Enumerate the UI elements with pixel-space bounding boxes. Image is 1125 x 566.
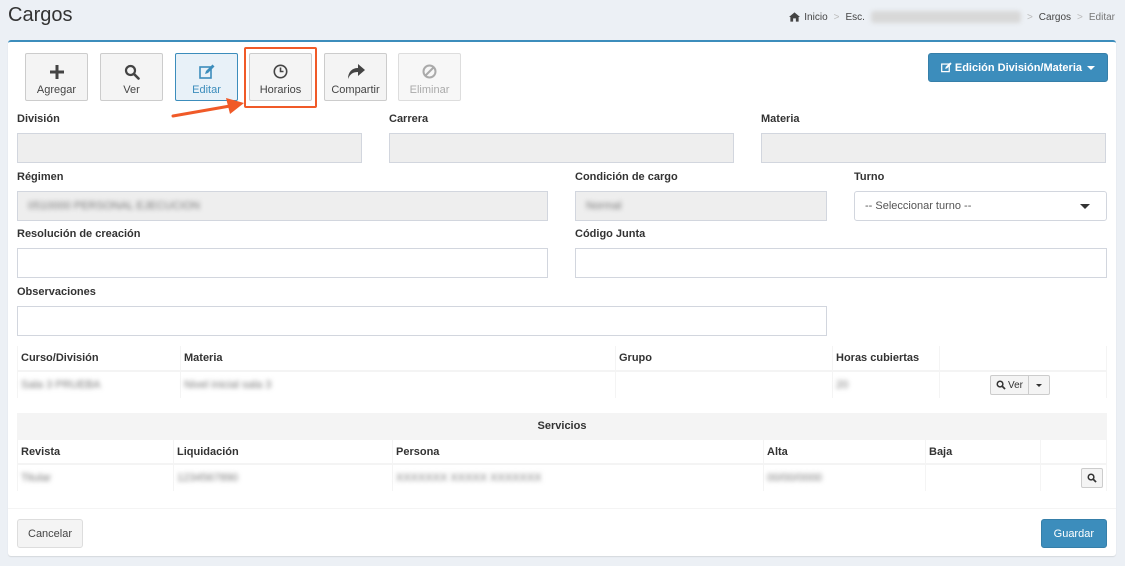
breadcrumb-separator: > bbox=[1026, 11, 1033, 23]
table-cell: Ver bbox=[939, 370, 1107, 398]
codigo-junta-field[interactable] bbox=[575, 248, 1107, 278]
column-header bbox=[1040, 439, 1107, 465]
breadcrumb-section[interactable]: Cargos bbox=[1039, 12, 1071, 23]
view-button[interactable]: Ver bbox=[100, 53, 163, 101]
table-cell bbox=[1040, 463, 1107, 491]
search-icon bbox=[1087, 473, 1097, 483]
page-title: Cargos bbox=[8, 4, 73, 26]
main-box: Agregar Ver Editar Horarios Compartir El… bbox=[8, 40, 1116, 556]
column-header: Curso/División bbox=[17, 346, 181, 372]
table-cell: XXXXXXX XXXXX XXXXXXX bbox=[392, 463, 764, 491]
column-header: Liquidación bbox=[173, 439, 393, 465]
ban-icon bbox=[422, 64, 437, 79]
column-header: Persona bbox=[392, 439, 764, 465]
table-cell: Sala 3 PRUEBA bbox=[17, 370, 181, 398]
column-header: Horas cubiertas bbox=[832, 346, 940, 372]
table-cell: 20 bbox=[832, 370, 940, 398]
add-button[interactable]: Agregar bbox=[25, 53, 88, 101]
condicion-field[interactable]: Normal bbox=[575, 191, 827, 221]
home-icon bbox=[789, 12, 801, 22]
save-button[interactable]: Guardar bbox=[1040, 519, 1107, 548]
courses-table: Curso/División Materia Grupo Horas cubie… bbox=[17, 346, 1107, 398]
breadcrumb-current: Editar bbox=[1088, 11, 1115, 23]
regimen-label: Régimen bbox=[17, 171, 64, 183]
caret-down-icon bbox=[1036, 383, 1043, 387]
table-header-row: Curso/División Materia Grupo Horas cubie… bbox=[17, 346, 1107, 372]
carrera-field[interactable] bbox=[389, 133, 734, 163]
table-cell bbox=[615, 370, 833, 398]
services-table: Servicios Revista Liquidación Persona Al… bbox=[17, 413, 1107, 491]
division-label: División bbox=[17, 113, 60, 125]
regimen-field[interactable]: 0510000 PERSONAL EJECUCION bbox=[17, 191, 548, 221]
table-row: Sala 3 PRUEBA Nivel inicial sala 3 20 Ve… bbox=[17, 370, 1107, 398]
table-row: Titular 1234567890 XXXXXXX XXXXX XXXXXXX… bbox=[17, 463, 1107, 491]
plus-icon bbox=[49, 65, 64, 79]
share-button[interactable]: Compartir bbox=[324, 53, 387, 101]
breadcrumb: Inicio > Esc. > Cargos > Editar bbox=[789, 11, 1115, 23]
observaciones-label: Observaciones bbox=[17, 286, 96, 298]
row-view-dropdown-toggle[interactable] bbox=[1029, 375, 1051, 395]
observaciones-field[interactable] bbox=[17, 306, 827, 336]
services-title-row: Servicios bbox=[17, 413, 1107, 440]
page-header: Cargos Inicio > Esc. > Cargos > Editar bbox=[0, 0, 1125, 40]
materia-field[interactable] bbox=[761, 133, 1106, 163]
resolucion-field[interactable] bbox=[17, 248, 548, 278]
table-header-row: Revista Liquidación Persona Alta Baja bbox=[17, 439, 1107, 465]
table-cell: Titular bbox=[17, 463, 174, 491]
column-header: Revista bbox=[17, 439, 174, 465]
column-header: Grupo bbox=[615, 346, 833, 372]
edit-button[interactable]: Editar bbox=[175, 53, 238, 101]
row-view-button[interactable]: Ver bbox=[990, 375, 1030, 395]
share-icon bbox=[347, 64, 365, 79]
row-search-button[interactable] bbox=[1081, 468, 1103, 488]
edit-icon bbox=[940, 62, 952, 73]
division-field[interactable] bbox=[17, 133, 362, 163]
view-button-group: Ver bbox=[990, 375, 1051, 395]
column-header: Baja bbox=[925, 439, 1041, 465]
resolucion-label: Resolución de creación bbox=[17, 228, 141, 240]
column-header bbox=[939, 346, 1107, 372]
materia-label: Materia bbox=[761, 113, 800, 125]
breadcrumb-school-redacted bbox=[870, 11, 1021, 23]
carrera-label: Carrera bbox=[389, 113, 429, 125]
cancel-button[interactable]: Cancelar bbox=[17, 519, 84, 548]
table-cell: 1234567890 bbox=[173, 463, 393, 491]
clock-icon bbox=[273, 64, 288, 79]
breadcrumb-school[interactable]: Esc. bbox=[845, 12, 864, 23]
condicion-label: Condición de cargo bbox=[575, 171, 678, 183]
turno-label: Turno bbox=[854, 171, 885, 183]
services-title: Servicios bbox=[17, 413, 1107, 440]
codigo-junta-label: Código Junta bbox=[575, 228, 646, 240]
breadcrumb-home[interactable]: Inicio bbox=[804, 12, 827, 23]
column-header: Alta bbox=[763, 439, 926, 465]
breadcrumb-separator: > bbox=[1077, 11, 1083, 23]
table-cell: 00/00/0000 bbox=[763, 463, 926, 491]
schedule-button[interactable]: Horarios bbox=[249, 53, 312, 101]
caret-down-icon bbox=[1080, 204, 1090, 209]
footer-divider bbox=[8, 508, 1116, 509]
turno-select[interactable]: -- Seleccionar turno -- bbox=[854, 191, 1107, 221]
delete-button[interactable]: Eliminar bbox=[398, 53, 461, 101]
table-cell bbox=[925, 463, 1041, 491]
breadcrumb-separator: > bbox=[833, 11, 840, 23]
caret-down-icon bbox=[1087, 65, 1095, 70]
division-materia-dropdown-button[interactable]: Edición División/Materia bbox=[927, 53, 1108, 82]
search-icon bbox=[996, 380, 1006, 390]
column-header: Materia bbox=[180, 346, 616, 372]
edit-icon bbox=[198, 64, 214, 79]
search-icon bbox=[124, 64, 140, 80]
table-cell: Nivel inicial sala 3 bbox=[180, 370, 616, 398]
